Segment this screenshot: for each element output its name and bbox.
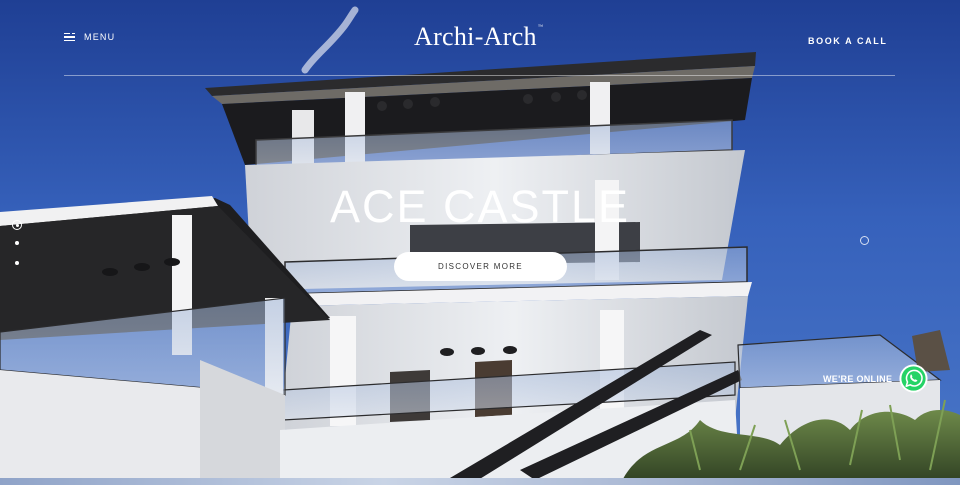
slide-indicator-1-active[interactable] [12,220,22,230]
menu-button[interactable]: MENU [64,32,115,42]
menu-icon [64,32,75,42]
hero-background-image [0,6,960,485]
slide-indicator-2[interactable] [15,241,19,245]
hero-title: ACE CASTLE [329,181,631,232]
whatsapp-icon [899,364,928,393]
discover-more-button[interactable]: DISCOVER MORE [394,252,567,281]
hero-section [0,0,960,485]
menu-label: MENU [84,32,116,42]
header-divider [64,75,895,76]
circle-icon[interactable] [860,236,869,245]
image-bottom-strip [0,478,960,485]
whatsapp-chat-widget[interactable]: WE'RE ONLINE [823,363,929,394]
site-logo[interactable]: Archi-Arch™ [414,22,543,52]
whatsapp-label: WE'RE ONLINE [823,373,893,384]
logo-trademark: ™ [537,25,544,30]
book-a-call-button[interactable]: BOOK A CALL [808,36,887,46]
slide-indicator-3[interactable] [15,261,19,265]
logo-text: Archi-Arch [414,22,537,51]
